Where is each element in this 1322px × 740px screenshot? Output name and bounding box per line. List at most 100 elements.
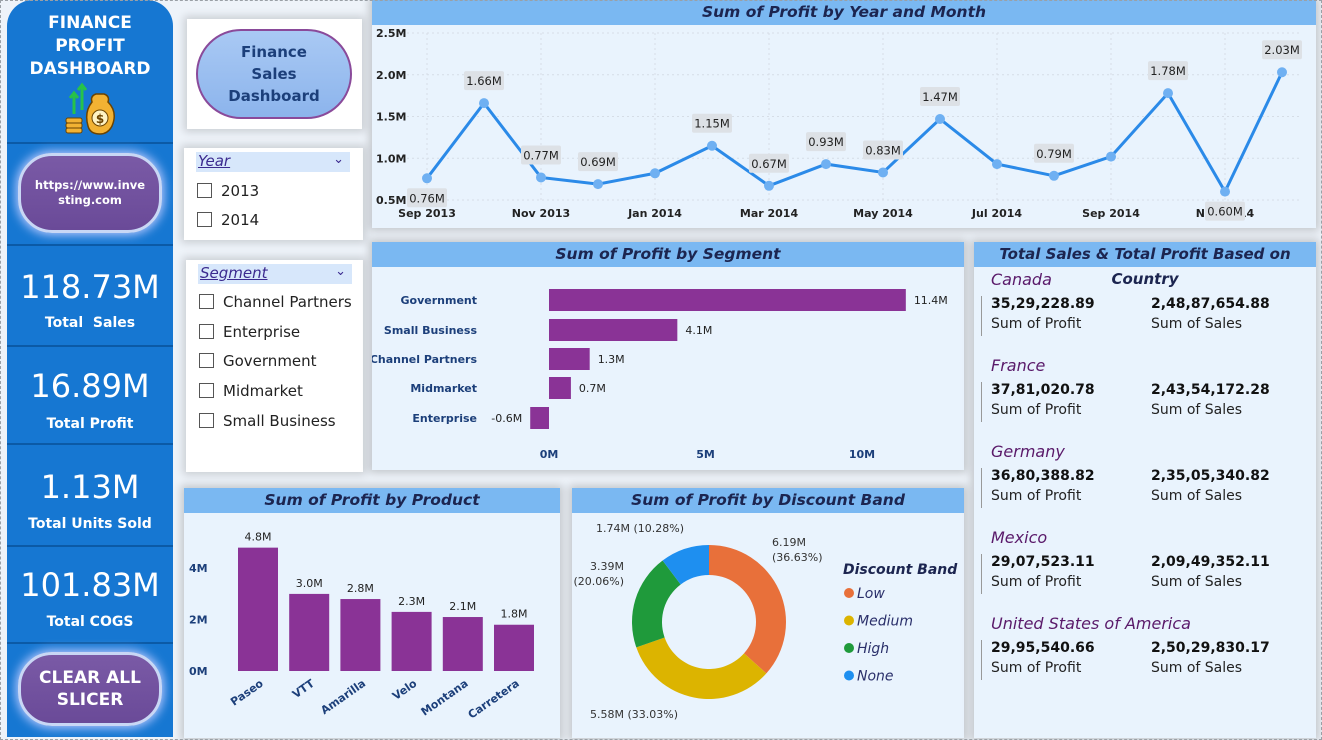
bar[interactable] bbox=[494, 624, 534, 671]
divider bbox=[981, 554, 982, 594]
bar[interactable] bbox=[442, 617, 483, 671]
profit-by-segment-chart[interactable]: Government 11.4M Small Business 4.1M Channel… bbox=[372, 267, 964, 470]
profit-by-product-title: Sum of Profit by Product bbox=[184, 488, 560, 513]
bar[interactable] bbox=[549, 348, 590, 370]
profit-by-month-chart[interactable]: 0.5M 1.0M 1.5M 2.0M 2.5M Sep 2013 Nov 2013 Jan … bbox=[372, 25, 1316, 228]
donut-slice[interactable] bbox=[709, 545, 786, 674]
year-slicer-title: Year bbox=[198, 152, 231, 170]
investing-link-button[interactable]: https://www.investing.com bbox=[18, 153, 162, 233]
segment-option[interactable]: Midmarket bbox=[199, 382, 303, 400]
country-profit-value: 29,07,523.11 bbox=[991, 554, 1095, 570]
svg-text:$: $ bbox=[96, 112, 104, 126]
legend-item[interactable]: High bbox=[857, 641, 889, 657]
clear-all-slicer-button[interactable]: CLEAR ALL SLICER bbox=[18, 652, 162, 726]
checkbox[interactable] bbox=[199, 324, 214, 339]
bar[interactable] bbox=[530, 407, 549, 429]
total-cogs-label: Total COGS bbox=[46, 614, 134, 630]
segment-option-label: Government bbox=[223, 352, 317, 370]
country-profit-label: Sum of Profit bbox=[991, 660, 1082, 676]
data-label: 0.67M bbox=[751, 157, 787, 171]
data-point[interactable] bbox=[1163, 88, 1173, 99]
legend-marker bbox=[844, 615, 854, 626]
legend-item[interactable]: Medium bbox=[857, 614, 913, 630]
segment-option[interactable]: Government bbox=[199, 352, 317, 370]
data-point[interactable] bbox=[1277, 67, 1287, 78]
y-tick-label: 1.0M bbox=[376, 152, 406, 165]
country-sales-label: Sum of Sales bbox=[1151, 316, 1243, 332]
total-sales-label: Total Sales bbox=[44, 315, 136, 331]
data-label: 3.0M bbox=[296, 577, 323, 590]
bar[interactable] bbox=[549, 319, 678, 341]
bar[interactable] bbox=[289, 593, 330, 671]
bar[interactable] bbox=[549, 289, 906, 311]
segment-slicer-header[interactable]: Segment ⌄ bbox=[198, 264, 352, 284]
legend-item[interactable]: Low bbox=[857, 586, 885, 602]
checkbox[interactable] bbox=[197, 183, 212, 198]
x-tick-label: May 2014 bbox=[853, 207, 913, 220]
dashboard-title: FINANCE PROFIT DASHBOARD bbox=[29, 13, 151, 79]
data-point[interactable] bbox=[1106, 151, 1116, 162]
data-label: 4.1M bbox=[685, 324, 712, 337]
data-label: 0.83M bbox=[865, 143, 901, 157]
chevron-down-icon[interactable]: ⌄ bbox=[333, 152, 344, 167]
data-point[interactable] bbox=[935, 114, 945, 125]
country-name: Mexico bbox=[991, 528, 1048, 547]
segment-option-label: Midmarket bbox=[223, 382, 303, 400]
segment-option-label: Small Business bbox=[223, 412, 336, 430]
profit-by-discount-card: Sum of Profit by Discount Band 6.19M (36.… bbox=[572, 488, 964, 738]
finance-sales-dashboard-button[interactable]: Finance Sales Dashboard bbox=[196, 29, 352, 119]
x-tick-label: Mar 2014 bbox=[740, 207, 799, 220]
total-cogs-value: 101.83M bbox=[20, 566, 160, 604]
legend-item[interactable]: None bbox=[857, 669, 894, 685]
y-tick-label: 1.5M bbox=[376, 111, 406, 124]
country-sales-value: 2,43,54,172.28 bbox=[1151, 382, 1270, 398]
legend-marker bbox=[844, 588, 854, 598]
country-name: United States of America bbox=[991, 614, 1191, 633]
bar[interactable] bbox=[238, 547, 278, 671]
data-point[interactable] bbox=[479, 98, 489, 109]
category-label: Carretera bbox=[466, 677, 522, 722]
clear-all-slicer-label: CLEAR ALL SLICER bbox=[39, 668, 141, 710]
segment-option[interactable]: Enterprise bbox=[199, 323, 300, 341]
segment-option[interactable]: Channel Partners bbox=[199, 293, 352, 311]
divider bbox=[981, 640, 982, 680]
data-point[interactable] bbox=[536, 172, 546, 183]
checkbox[interactable] bbox=[199, 413, 214, 428]
segment-option[interactable]: Small Business bbox=[199, 412, 336, 430]
data-label: 1.8M bbox=[501, 608, 528, 621]
checkbox[interactable] bbox=[199, 294, 214, 309]
donut-slice[interactable] bbox=[636, 637, 767, 699]
data-point[interactable] bbox=[821, 159, 831, 170]
year-option-label: 2013 bbox=[221, 182, 260, 200]
bar[interactable] bbox=[391, 611, 432, 671]
data-point[interactable] bbox=[992, 159, 1002, 170]
data-point[interactable] bbox=[422, 173, 432, 184]
data-point[interactable] bbox=[1220, 186, 1230, 197]
year-option[interactable]: 2014 bbox=[197, 211, 259, 229]
data-point[interactable] bbox=[1049, 170, 1059, 181]
data-point[interactable] bbox=[593, 179, 603, 190]
chevron-down-icon[interactable]: ⌄ bbox=[335, 264, 346, 279]
profit-by-product-chart[interactable]: 0M 2M 4M 4.8M Paseo 3.0M VTT 2.8M Amarilla 2.3M Ve… bbox=[184, 513, 560, 738]
data-point[interactable] bbox=[878, 167, 888, 178]
data-point[interactable] bbox=[650, 168, 660, 179]
data-label: (36.63%) bbox=[772, 551, 823, 564]
checkbox[interactable] bbox=[199, 353, 214, 368]
country-card: Total Sales & Total Profit Based on Coun… bbox=[974, 242, 1316, 738]
bar[interactable] bbox=[549, 377, 571, 399]
profit-by-discount-chart[interactable]: 6.19M (36.63%) 5.58M (33.03%) 3.39M (20.06%)… bbox=[572, 513, 964, 738]
data-point[interactable] bbox=[707, 140, 717, 151]
year-slicer-header[interactable]: Year ⌄ bbox=[196, 152, 350, 172]
data-label: (20.06%) bbox=[573, 575, 624, 588]
country-profit-value: 36,80,388.82 bbox=[991, 468, 1095, 484]
divider bbox=[981, 296, 982, 336]
year-option[interactable]: 2013 bbox=[197, 182, 259, 200]
profit-by-segment-title: Sum of Profit by Segment bbox=[372, 242, 964, 267]
x-tick-label: 0M bbox=[540, 448, 559, 461]
bar[interactable] bbox=[340, 599, 381, 671]
checkbox[interactable] bbox=[199, 383, 214, 398]
data-point[interactable] bbox=[764, 180, 774, 191]
data-label: 1.66M bbox=[466, 74, 502, 88]
checkbox[interactable] bbox=[197, 212, 212, 227]
country-sales-label: Sum of Sales bbox=[1151, 660, 1243, 676]
